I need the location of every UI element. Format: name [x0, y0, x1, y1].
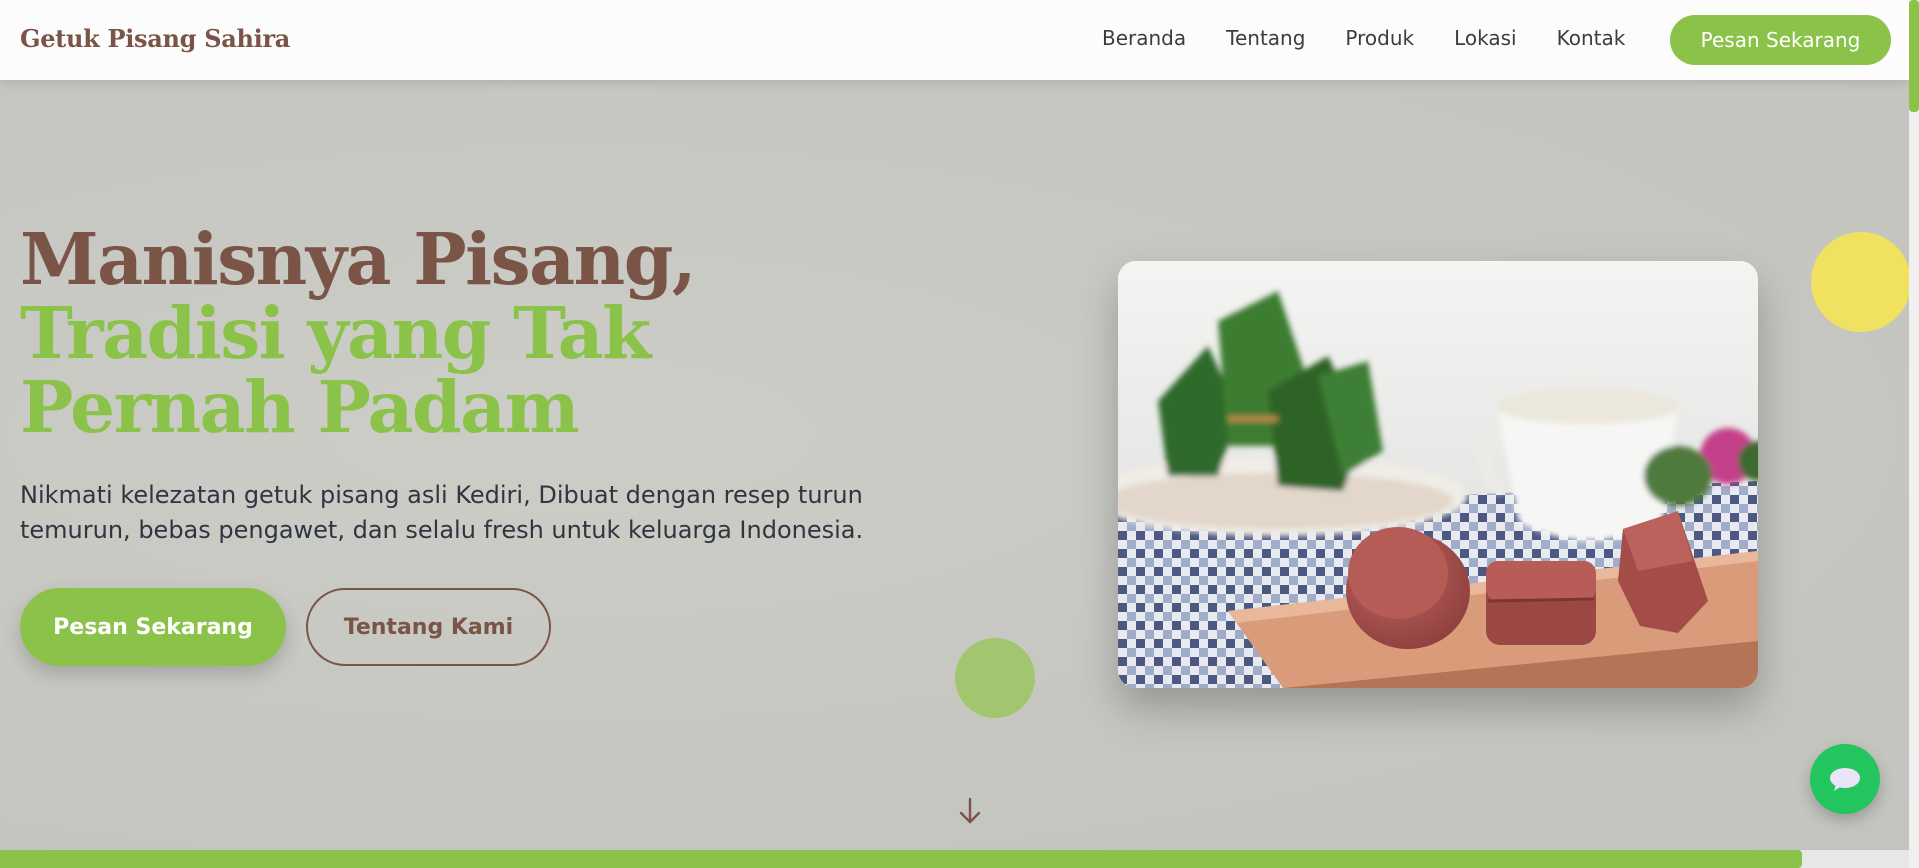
header-order-button[interactable]: Pesan Sekarang: [1670, 15, 1891, 65]
nav-beranda[interactable]: Beranda: [1102, 26, 1186, 50]
scroll-progress-bar: [0, 850, 1909, 868]
site-logo[interactable]: Getuk Pisang Sahira: [20, 24, 290, 53]
hero-title: Manisnya Pisang, Tradisi yang Tak Pernah…: [20, 222, 920, 444]
chat-button[interactable]: [1810, 744, 1880, 814]
decor-circle-yellow: [1811, 232, 1909, 332]
arrow-down-icon[interactable]: [957, 796, 983, 826]
hero-subtitle: Nikmati kelezatan getuk pisang asli Kedi…: [20, 481, 864, 544]
page: Getuk Pisang Sahira Beranda Tentang Prod…: [0, 0, 1909, 868]
nav-lokasi[interactable]: Lokasi: [1454, 26, 1517, 50]
page-scrollbar[interactable]: [1909, 0, 1919, 868]
nav-produk[interactable]: Produk: [1345, 26, 1414, 50]
scrollbar-thumb[interactable]: [1909, 0, 1919, 112]
decor-circle-green: [955, 638, 1035, 718]
about-us-button[interactable]: Tentang Kami: [306, 588, 551, 666]
main-nav: Beranda Tentang Produk Lokasi Kontak: [1102, 26, 1625, 50]
chat-bubble-icon: [1830, 768, 1860, 791]
site-header: Getuk Pisang Sahira Beranda Tentang Prod…: [0, 0, 1909, 80]
nav-tentang[interactable]: Tentang: [1226, 26, 1305, 50]
hero-order-button[interactable]: Pesan Sekarang: [20, 588, 286, 666]
hero-title-line1: Manisnya Pisang,: [20, 217, 697, 301]
getuk-pisang-photo: [1118, 261, 1758, 688]
hero-image: [1118, 261, 1758, 688]
hero-title-line2: Tradisi yang Tak Pernah Padam: [20, 291, 651, 449]
nav-kontak[interactable]: Kontak: [1557, 26, 1626, 50]
scroll-progress-fill: [0, 850, 1802, 868]
